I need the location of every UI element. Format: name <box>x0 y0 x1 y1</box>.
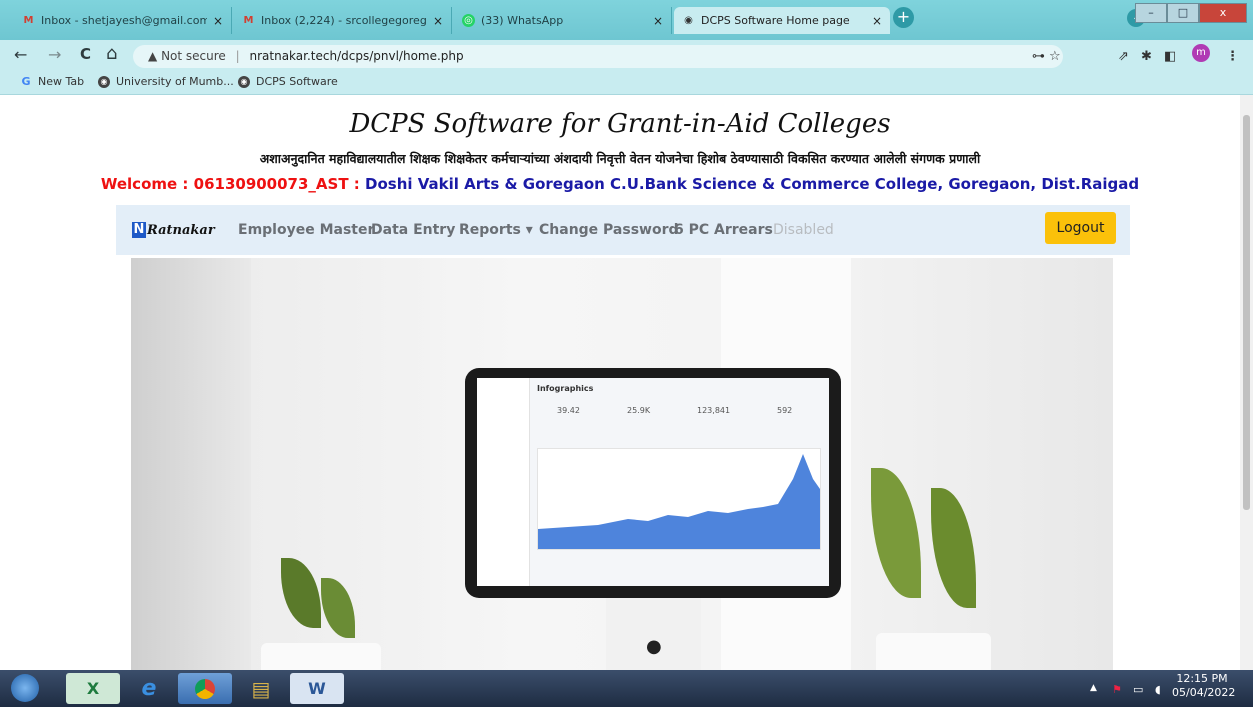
bookmark-dcps[interactable]: ◉ DCPS Software <box>238 75 338 88</box>
brand-logo[interactable]: N Ratnakar <box>132 222 215 238</box>
minimize-button[interactable]: – <box>1135 3 1167 23</box>
apple-logo-icon: ● <box>646 636 662 657</box>
logout-button[interactable]: Logout <box>1045 212 1116 244</box>
google-icon: G <box>21 74 31 88</box>
brand-logo-mark: N <box>132 222 146 238</box>
gmail-icon: M <box>23 15 34 26</box>
bookmarks-bar: G New Tab ◉ University of Mumb... ◉ DCPS… <box>0 72 1253 95</box>
menu-icon[interactable]: ⋮ <box>1226 49 1239 64</box>
tab-title: DCPS Software Home page <box>701 14 850 27</box>
close-icon[interactable]: × <box>872 14 882 28</box>
tab-gmail-inbox[interactable]: M Inbox - shetjayesh@gmail.com - × <box>14 7 232 34</box>
screen-chart-area <box>538 454 820 549</box>
share-icon[interactable]: ⇗ <box>1118 49 1129 64</box>
nav-reports-dropdown[interactable]: Reports ▾ <box>459 222 533 238</box>
hero-image: Infographics 39.42 25.9K 123,841 592 ● <box>131 258 1113 670</box>
page-title: DCPS Software for Grant-in-Aid Colleges <box>349 109 891 139</box>
welcome-line: Welcome : 06130900073_AST : Doshi Vakil … <box>0 175 1240 193</box>
plant-pot-left <box>261 643 381 670</box>
tab-title: Inbox - shetjayesh@gmail.com - <box>41 14 207 27</box>
extensions-icon[interactable]: ✱ <box>1141 49 1152 64</box>
hero-wall-shadow <box>131 258 251 670</box>
monitor-screen: Infographics 39.42 25.9K 123,841 592 <box>477 378 829 586</box>
screen-stat: 39.42 <box>557 406 580 415</box>
screen-stat: 592 <box>777 406 793 415</box>
tab-gmail-college[interactable]: M Inbox (2,224) - srcollegegoregao × <box>234 7 452 34</box>
scrollbar-thumb[interactable] <box>1243 115 1250 510</box>
nav-6pc-arrears[interactable]: 6 PC Arrears <box>674 222 773 238</box>
new-tab-button[interactable]: + <box>893 7 914 28</box>
gmail-icon: M <box>243 15 254 26</box>
url-text[interactable]: nratnakar.tech/dcps/pnvl/home.php <box>250 49 464 63</box>
internet-explorer-icon[interactable]: e <box>122 673 176 704</box>
page-scrollbar[interactable] <box>1240 95 1253 670</box>
globe-icon: ◉ <box>98 75 110 88</box>
screen-chart <box>537 448 821 550</box>
globe-icon: ◉ <box>684 15 693 26</box>
profile-avatar[interactable]: m <box>1192 44 1210 62</box>
file-explorer-icon[interactable]: ▤ <box>234 673 288 704</box>
welcome-user: Welcome : 06130900073_AST : <box>100 175 366 193</box>
action-center-flag-icon[interactable]: ⚑ <box>1112 683 1122 696</box>
plant-leaf-left <box>281 558 321 628</box>
address-text[interactable]: ▲ Not secure | nratnakar.tech/dcps/pnvl/… <box>148 49 464 63</box>
bookmark-label: University of Mumb... <box>116 75 234 88</box>
forward-icon[interactable]: → <box>48 45 61 64</box>
key-icon[interactable]: ⊶ <box>1032 49 1045 64</box>
side-panel-icon[interactable]: ◧ <box>1164 49 1176 64</box>
page-content: DCPS Software for Grant-in-Aid Colleges … <box>0 95 1240 670</box>
screen-header: Infographics <box>537 384 594 393</box>
screen-sidebar <box>477 378 530 586</box>
reload-icon[interactable]: C <box>80 45 91 63</box>
plant-leaf-right <box>871 468 921 598</box>
word-icon[interactable]: W <box>290 673 344 704</box>
screen-stat: 25.9K <box>627 406 651 415</box>
plant-leaf-left <box>321 578 355 638</box>
globe-icon: ◉ <box>238 75 250 88</box>
address-separator: | <box>235 49 240 63</box>
home-icon[interactable]: ⌂ <box>106 43 117 64</box>
page-subtitle-marathi: अशाअनुदानित महाविद्यालयातील शिक्षक शिक्ष… <box>259 151 981 166</box>
bookmark-new-tab[interactable]: G New Tab <box>20 75 84 88</box>
tab-whatsapp[interactable]: ◎ (33) WhatsApp × <box>454 7 672 34</box>
back-icon[interactable]: ← <box>14 45 27 64</box>
clock-date: 05/04/2022 <box>1172 686 1236 699</box>
close-icon[interactable]: × <box>653 14 663 28</box>
brand-name: Ratnakar <box>147 222 215 238</box>
whatsapp-icon: ◎ <box>462 14 475 27</box>
maximize-button[interactable]: □ <box>1167 3 1199 23</box>
clock-time: 12:15 PM <box>1176 672 1228 685</box>
windows-start-button[interactable] <box>11 674 39 702</box>
plant-leaf-right <box>931 488 976 608</box>
window-controls: – □ x <box>1135 3 1247 23</box>
excel-icon[interactable]: X <box>66 673 120 704</box>
bookmark-label: New Tab <box>38 75 85 88</box>
nav-disabled: Disabled <box>773 222 834 238</box>
tab-title: (33) WhatsApp <box>481 14 564 27</box>
network-icon[interactable]: ▭ <box>1133 683 1143 696</box>
monitor-stand <box>606 598 701 670</box>
chrome-icon[interactable] <box>178 673 232 704</box>
close-window-button[interactable]: x <box>1199 3 1247 23</box>
close-icon[interactable]: × <box>433 14 443 28</box>
bookmark-university[interactable]: ◉ University of Mumb... <box>98 75 234 88</box>
screen-stat: 123,841 <box>697 406 731 415</box>
college-name: Doshi Vakil Arts & Goregaon C.U.Bank Sci… <box>365 175 1140 193</box>
volume-icon[interactable]: ◖ <box>1155 683 1161 696</box>
tab-title: Inbox (2,224) - srcollegegoregao <box>261 14 427 27</box>
nav-change-password[interactable]: Change Password <box>539 222 679 238</box>
nav-data-entry[interactable]: Data Entry <box>371 222 455 238</box>
security-label[interactable]: Not secure <box>161 49 226 63</box>
nav-employee-master[interactable]: Employee Master <box>238 222 374 238</box>
plant-pot-right <box>876 633 991 670</box>
taskbar-clock[interactable]: 12:15 PM 05/04/2022 <box>1172 672 1236 700</box>
tab-dcps-home[interactable]: ◉ DCPS Software Home page × <box>674 7 890 34</box>
close-icon[interactable]: × <box>213 14 223 28</box>
bookmark-star-icon[interactable]: ☆ <box>1049 49 1061 64</box>
bookmark-label: DCPS Software <box>256 75 338 88</box>
warning-icon: ▲ <box>148 49 158 63</box>
tray-overflow-icon[interactable]: ▲ <box>1090 683 1097 693</box>
